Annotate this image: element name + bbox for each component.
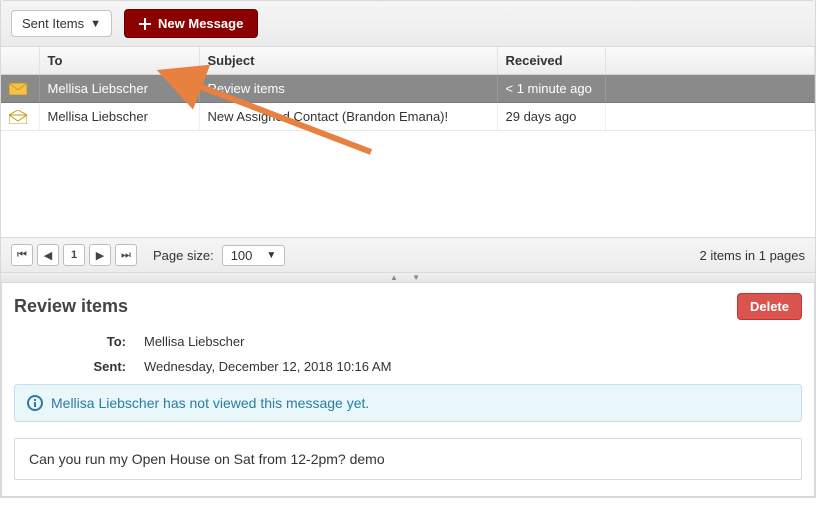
page-size-value: 100: [231, 248, 253, 263]
cell-subject: Review items: [199, 75, 497, 103]
message-table-container: To Subject Received Mellisa Liebscher Re…: [1, 47, 815, 237]
column-subject[interactable]: Subject: [199, 47, 497, 75]
page-size-select[interactable]: 100 ▼: [222, 245, 286, 266]
column-to[interactable]: To: [39, 47, 199, 75]
pager-next-button[interactable]: ▶: [89, 244, 111, 266]
pager-last-button[interactable]: ⏭: [115, 244, 137, 266]
pager-first-button[interactable]: ⏮: [11, 244, 33, 266]
cell-to: Mellisa Liebscher: [39, 103, 199, 131]
delete-button[interactable]: Delete: [737, 293, 802, 320]
cell-to: Mellisa Liebscher: [39, 75, 199, 103]
message-body: Can you run my Open House on Sat from 12…: [14, 438, 802, 480]
page-size-label: Page size:: [153, 248, 214, 263]
chevron-down-icon: ▼: [90, 18, 101, 30]
mail-closed-icon: [1, 75, 39, 103]
folder-select[interactable]: Sent Items ▼: [11, 10, 112, 37]
folder-selected-label: Sent Items: [22, 16, 84, 31]
cell-received: 29 days ago: [497, 103, 605, 131]
pager-prev-button[interactable]: ◀: [37, 244, 59, 266]
mail-open-icon: [1, 103, 39, 131]
table-row[interactable]: Mellisa Liebscher New Assigned Contact (…: [1, 103, 815, 131]
pager-summary: 2 items in 1 pages: [699, 248, 805, 263]
detail-sent-value: Wednesday, December 12, 2018 10:16 AM: [144, 359, 391, 374]
chevron-down-icon: ▼: [266, 250, 276, 261]
info-icon: [27, 395, 43, 411]
cell-received: < 1 minute ago: [497, 75, 605, 103]
detail-sent-label: Sent:: [14, 359, 144, 374]
detail-to-value: Mellisa Liebscher: [144, 334, 244, 349]
plus-icon: [139, 18, 151, 30]
new-message-button[interactable]: New Message: [124, 9, 258, 38]
table-row[interactable]: Mellisa Liebscher Review items < 1 minut…: [1, 75, 815, 103]
cell-subject: New Assigned Contact (Brandon Emana)!: [199, 103, 497, 131]
detail-to-label: To:: [14, 334, 144, 349]
alert-text: Mellisa Liebscher has not viewed this me…: [51, 395, 369, 411]
table-header-row: To Subject Received: [1, 47, 815, 75]
splitter-handle[interactable]: ▲ ▼: [1, 273, 815, 283]
pager-current-page[interactable]: 1: [63, 244, 85, 266]
new-message-label: New Message: [158, 16, 243, 31]
detail-title: Review items: [14, 296, 128, 317]
column-received[interactable]: Received: [497, 47, 605, 75]
viewed-status-alert: Mellisa Liebscher has not viewed this me…: [14, 384, 802, 422]
